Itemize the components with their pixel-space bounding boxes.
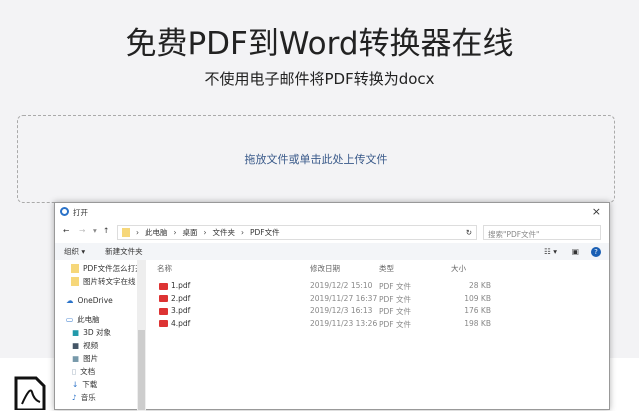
nav-pane-scrollbar[interactable] — [137, 260, 146, 411]
file-type: PDF 文件 — [379, 294, 411, 304]
file-row[interactable]: 2.pdf 2019/11/27 16:37 PDF 文件 109 KB — [157, 294, 557, 306]
dropzone-text: 拖放文件或单击此处上传文件 — [244, 153, 388, 166]
sidebar-item-this-pc[interactable]: ▭ 此电脑 — [55, 313, 147, 326]
file-date: 2019/12/3 16:13 — [310, 306, 373, 315]
page-subtitle: 不使用电子邮件将PDF转换为docx — [204, 70, 435, 88]
column-type[interactable]: 类型 — [379, 263, 394, 274]
file-date: 2019/12/2 15:10 — [310, 281, 373, 290]
file-row[interactable]: 4.pdf 2019/11/23 13:26 PDF 文件 198 KB — [157, 319, 557, 331]
breadcrumb-item[interactable]: PDF文件 — [250, 227, 280, 238]
file-type: PDF 文件 — [379, 282, 411, 291]
refresh-icon[interactable]: ↻ — [466, 228, 472, 237]
file-name: 2.pdf — [159, 294, 190, 303]
file-name: 3.pdf — [159, 306, 190, 315]
recent-dropdown[interactable]: ▾ — [93, 226, 97, 235]
folder-icon — [122, 228, 130, 237]
file-size: 176 KB — [464, 306, 491, 315]
sidebar-item[interactable]: ↓ 下载 — [55, 378, 147, 391]
computer-icon: ▭ — [66, 315, 74, 324]
file-size: 28 KB — [469, 281, 491, 290]
breadcrumb-item[interactable]: 桌面 — [183, 227, 198, 238]
page-title: 免费PDF到Word转换器在线 — [125, 26, 514, 62]
sidebar-item[interactable]: ■ 图片 — [55, 352, 147, 365]
file-row[interactable]: 3.pdf 2019/12/3 16:13 PDF 文件 176 KB — [157, 306, 557, 318]
pdf-file-icon — [159, 282, 168, 290]
help-icon[interactable]: ? — [591, 246, 601, 257]
column-name[interactable]: 名称 — [157, 263, 172, 274]
forward-button[interactable]: → — [79, 226, 85, 235]
file-size: 198 KB — [464, 318, 491, 328]
file-row[interactable]: 1.pdf 2019/12/2 15:10 PDF 文件 28 KB — [157, 281, 557, 293]
breadcrumb-item[interactable]: 文件夹 — [213, 227, 236, 238]
column-date[interactable]: 修改日期 — [310, 263, 340, 274]
file-name: 1.pdf — [159, 281, 190, 290]
back-button[interactable]: ← — [63, 226, 69, 235]
sidebar-item[interactable]: ♪ 音乐 — [55, 391, 147, 404]
sidebar-item[interactable]: ■ 3D 对象 — [55, 326, 147, 339]
pdf-file-icon — [159, 295, 168, 302]
search-input[interactable]: 搜索"PDF文件" — [483, 225, 601, 240]
file-date: 2019/11/23 13:26 — [310, 318, 378, 328]
up-button[interactable]: ↑ — [103, 226, 109, 235]
file-type: PDF 文件 — [379, 307, 411, 316]
nav-pane: PDF文件怎么打开 图片转文字在线 ☁ OneDrive ▭ 此电脑 ■ 3D 对象 … — [55, 260, 147, 411]
dialog-title: 打开 — [73, 208, 88, 217]
close-button[interactable]: × — [592, 205, 601, 218]
sidebar-item-onedrive[interactable]: ☁ OneDrive — [55, 294, 147, 307]
file-date: 2019/11/27 16:37 — [310, 293, 378, 303]
file-name: 4.pdf — [159, 319, 190, 328]
cloud-icon: ☁ — [66, 296, 74, 305]
sidebar-item[interactable]: 图片转文字在线 — [55, 275, 147, 288]
organize-button[interactable]: 组织 ▾ — [64, 246, 85, 257]
column-size[interactable]: 大小 — [451, 263, 466, 274]
pdf-file-icon — [159, 320, 168, 327]
nav-bar: ← → ▾ ↑ › 此电脑 › 桌面 › 文件夹 › PDF文件 ↻ 搜索"PDF文件" — [55, 222, 609, 242]
toolbar: 组织 ▾ 新建文件夹 ☷ ▾ ▣ ? — [55, 243, 609, 260]
dialog-titlebar: 打开 × — [55, 203, 609, 221]
preview-pane-icon[interactable]: ▣ — [572, 247, 579, 256]
column-headers: 名称 修改日期 类型 大小 — [157, 263, 557, 275]
file-size: 109 KB — [464, 293, 491, 303]
breadcrumb-item[interactable]: 此电脑 — [145, 227, 168, 238]
sidebar-item[interactable]: PDF文件怎么打开 — [55, 262, 147, 275]
dialog-app-icon — [60, 207, 69, 216]
pdf-logo-icon — [14, 376, 46, 410]
file-type: PDF 文件 — [379, 319, 411, 329]
sidebar-item[interactable]: ■ 视频 — [55, 339, 147, 352]
upload-dropzone[interactable]: 拖放文件或单击此处上传文件 — [17, 115, 615, 203]
sidebar-item[interactable]: ▯ 文档 — [55, 365, 147, 378]
open-file-dialog: 打开 × ← → ▾ ↑ › 此电脑 › 桌面 › 文件夹 › PDF文件 ↻ 搜索"P… — [54, 202, 610, 411]
address-bar[interactable]: › 此电脑 › 桌面 › 文件夹 › PDF文件 ↻ — [117, 225, 477, 240]
new-folder-button[interactable]: 新建文件夹 — [105, 246, 143, 257]
pdf-file-icon — [159, 307, 168, 315]
view-options-icon[interactable]: ☷ ▾ — [544, 247, 557, 256]
